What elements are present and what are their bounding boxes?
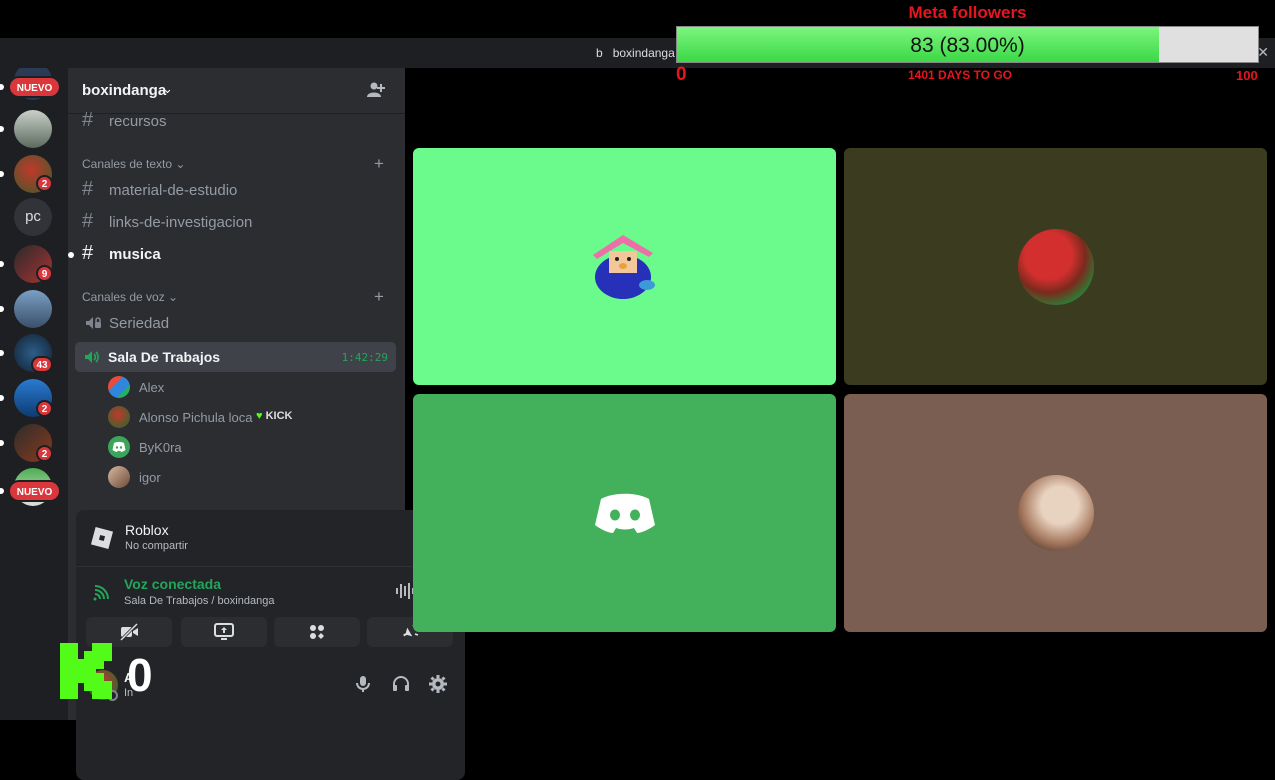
channel-links-de-investigacion[interactable]: # links-de-investigacion [76,207,396,237]
kick-tag: ♥ KICK [256,410,293,422]
meta-followers-title: Meta followers [908,3,1027,22]
server-pc[interactable]: pc [14,198,52,236]
channel-name: links-de-investigacion [109,214,253,231]
roblox-icon [90,526,114,550]
meta-progress-label: 83 (83.00%) [910,34,1025,57]
new-badge: NUEVO [8,480,61,502]
channel-name: Seriedad [109,315,170,332]
voice-location: Sala De Trabajos / boxindanga [124,595,275,607]
unread-pill [0,350,4,356]
participant-tile[interactable] [413,394,836,632]
voice-member[interactable]: Alonso Pichula loca ♥ KICK [108,404,388,430]
unread-pill [0,84,4,90]
add-channel-icon[interactable]: + [374,154,384,174]
avatar [1017,228,1094,305]
headphones-icon[interactable] [391,674,411,694]
participant-tile[interactable] [413,148,836,385]
channel-recursos[interactable]: # recursos [76,106,396,136]
voice-member[interactable]: ByK0ra [108,434,388,460]
voice-status: Voz conectada [124,576,221,592]
unread-pill [0,395,4,401]
member-name: ByK0ra [139,440,182,455]
activities-icon [310,625,324,639]
video-off-icon [119,623,139,641]
server-icon[interactable] [14,290,52,328]
unread-pill [0,126,4,132]
discord-logo-icon [112,441,126,452]
meta-max-label: 100 [1236,68,1258,83]
participant-tile[interactable] [844,394,1267,632]
member-name: igor [139,470,161,485]
unread-pill [0,440,4,446]
add-member-icon[interactable] [366,80,386,100]
participant-tile[interactable] [844,148,1267,385]
heart-icon: ♥ [256,410,263,422]
guild-name: boxindanga [82,82,167,99]
avatar [1017,475,1094,551]
unread-pill [68,252,74,258]
gear-icon[interactable] [428,674,448,694]
voice-member[interactable]: igor [108,464,388,490]
meta-days-label: 1401 DAYS TO GO [907,68,1013,82]
user-panel: Roblox No compartir Voz conectada Sala D… [76,510,465,780]
mention-badge: 2 [36,400,53,417]
window-title: b boxindanga [596,46,675,60]
call-timer: 1:42:29 [341,351,388,364]
avatar [592,234,655,299]
channel-name: Sala De Trabajos [108,349,221,365]
activity-subtitle: No compartir [125,540,188,552]
voice-member[interactable]: Alex [108,374,388,400]
voice-channel-sala-de-trabajos[interactable]: Sala De Trabajos 1:42:29 [75,342,396,372]
screen-share-button[interactable] [181,617,267,647]
unread-pill [0,261,4,267]
unread-pill [0,488,4,494]
hash-icon: # [82,242,94,264]
member-name: Alex [139,380,165,395]
mention-badge: 43 [31,356,53,373]
add-channel-icon[interactable]: + [374,287,384,307]
category-text-channels[interactable]: Canales de texto ⌄ [82,157,185,171]
member-name: Alonso Pichula loca [139,410,253,425]
voice-channel-seriedad[interactable]: Seriedad [76,308,396,338]
category-voice-channels[interactable]: Canales de voz ⌄ [82,290,178,304]
channel-name: musica [109,246,161,263]
close-icon[interactable]: ✕ [1257,44,1269,61]
meta-progress-bar: 83 (83.00%) [676,26,1259,63]
unread-pill [0,171,4,177]
chevron-down-icon: ⌄ [162,81,173,96]
server-icon[interactable] [14,110,52,148]
mention-badge: 9 [36,265,53,282]
hash-icon: # [82,210,94,232]
channel-material-de-estudio[interactable]: # material-de-estudio [76,175,396,205]
kick-follower-count: 0 [127,649,153,701]
unread-pill [0,306,4,312]
activity-title: Roblox [125,522,169,538]
avatar [108,466,130,488]
hash-icon: # [82,178,94,200]
mention-badge: 2 [36,445,53,462]
connection-icon[interactable] [92,584,110,602]
activities-button[interactable] [274,617,360,647]
screen-share-icon [214,623,234,640]
speaker-locked-icon [86,317,101,329]
channel-name: material-de-estudio [109,182,238,199]
channel-name: recursos [109,113,167,130]
new-badge: NUEVO [8,76,61,98]
speaker-icon [85,351,99,363]
avatar [108,406,130,428]
avatar [108,436,130,458]
avatar [108,376,130,398]
kick-logo-icon [60,643,112,699]
channel-musica[interactable]: # musica [76,239,396,269]
channel-sidebar: boxindanga ⌄ # recursos Canales de texto… [68,68,465,780]
mention-badge: 2 [36,175,53,192]
divider [76,566,465,567]
hash-icon: # [82,109,94,131]
discord-logo-icon [594,493,655,533]
meta-min-label: 0 [676,64,687,85]
server-rail: NUEVO 2 pc 9 43 2 2 NUEVO [0,68,68,720]
microphone-icon[interactable] [353,674,373,694]
